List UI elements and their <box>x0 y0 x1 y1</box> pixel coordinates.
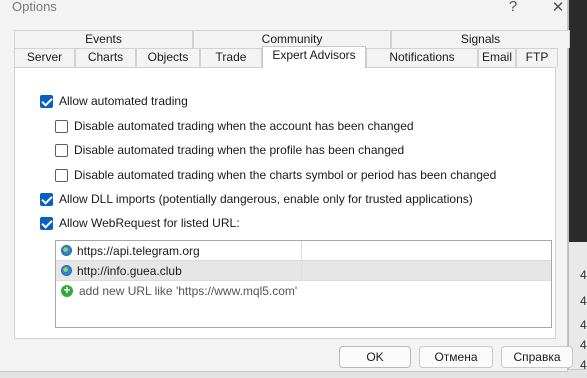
tab-email[interactable]: Email <box>478 48 516 67</box>
background-digit: 4 <box>580 294 587 308</box>
tab-signals[interactable]: Signals <box>391 30 570 48</box>
add-url-row[interactable]: + add new URL like 'https://www.mql5.com… <box>56 281 551 301</box>
add-url-placeholder: add new URL like 'https://www.mql5.com' <box>79 284 298 298</box>
tab-strip: Events Community Signals Server Charts O… <box>14 30 570 68</box>
background-window-strip: 4 4 4 4 4 <box>568 0 587 378</box>
globe-icon <box>61 245 72 256</box>
allow-automated-trading-checkbox[interactable] <box>40 94 53 108</box>
tab-objects[interactable]: Objects <box>136 48 200 67</box>
url-list[interactable]: https://api.telegram.org http://info.gue… <box>55 240 552 328</box>
allow-dll-imports-checkbox[interactable] <box>40 192 53 206</box>
url-list-row[interactable]: https://api.telegram.org <box>56 240 551 261</box>
disable-profile-changed-label: Disable automated trading when the profi… <box>74 143 405 157</box>
background-digit: 4 <box>580 268 587 282</box>
help-button[interactable]: Справка <box>501 346 573 368</box>
disable-account-changed-option[interactable]: Disable automated trading when the accou… <box>55 118 414 134</box>
disable-profile-changed-option[interactable]: Disable automated trading when the profi… <box>55 142 404 158</box>
allow-dll-imports-label: Allow DLL imports (potentially dangerous… <box>59 192 473 206</box>
globe-icon <box>61 265 72 276</box>
ok-button[interactable]: OK <box>339 346 411 368</box>
allow-dll-imports-option[interactable]: Allow DLL imports (potentially dangerous… <box>40 191 473 207</box>
background-digit: 4 <box>580 338 587 352</box>
url-text: http://info.guea.club <box>77 263 182 278</box>
allow-automated-trading-option[interactable]: Allow automated trading <box>40 93 188 109</box>
disable-symbol-changed-label: Disable automated trading when the chart… <box>74 168 497 182</box>
add-url-cell[interactable]: + add new URL like 'https://www.mql5.com… <box>56 281 356 301</box>
allow-webrequest-label: Allow WebRequest for listed URL: <box>59 216 240 230</box>
tab-server[interactable]: Server <box>14 48 75 67</box>
options-dialog: Options ? ✕ Events Community Signals Ser… <box>0 0 573 372</box>
tab-notifications[interactable]: Notifications <box>366 48 478 67</box>
disable-profile-changed-checkbox[interactable] <box>55 143 68 157</box>
help-icon[interactable]: ? <box>498 0 528 18</box>
url-text: https://api.telegram.org <box>77 243 200 258</box>
url-list-row-selected[interactable]: http://info.guea.club <box>56 260 551 281</box>
tab-charts[interactable]: Charts <box>75 48 136 67</box>
tab-events[interactable]: Events <box>14 30 193 48</box>
disable-account-changed-checkbox[interactable] <box>55 119 68 133</box>
title-bar: Options ? ✕ <box>0 0 568 22</box>
add-icon: + <box>61 284 73 297</box>
disable-symbol-changed-checkbox[interactable] <box>55 168 68 182</box>
background-dark-area <box>569 0 587 242</box>
window-title: Options <box>12 0 57 14</box>
allow-webrequest-option[interactable]: Allow WebRequest for listed URL: <box>40 215 240 231</box>
allow-automated-trading-label: Allow automated trading <box>59 94 188 108</box>
tab-ftp[interactable]: FTP <box>516 48 558 67</box>
disable-account-changed-label: Disable automated trading when the accou… <box>74 119 414 133</box>
cancel-button[interactable]: Отмена <box>419 346 493 368</box>
url-cell[interactable]: http://info.guea.club <box>56 260 302 281</box>
tab-expert-advisors[interactable]: Expert Advisors <box>262 46 366 68</box>
url-extra-cell[interactable] <box>302 261 551 281</box>
url-cell[interactable]: https://api.telegram.org <box>56 240 302 261</box>
tab-trade[interactable]: Trade <box>200 48 262 67</box>
disable-symbol-changed-option[interactable]: Disable automated trading when the chart… <box>55 167 496 183</box>
expert-advisors-panel: Allow automated trading Disable automate… <box>14 67 556 339</box>
allow-webrequest-checkbox[interactable] <box>40 216 53 230</box>
close-icon[interactable]: ✕ <box>543 0 573 18</box>
url-extra-cell[interactable] <box>302 241 551 261</box>
background-digit: 4 <box>580 318 587 332</box>
